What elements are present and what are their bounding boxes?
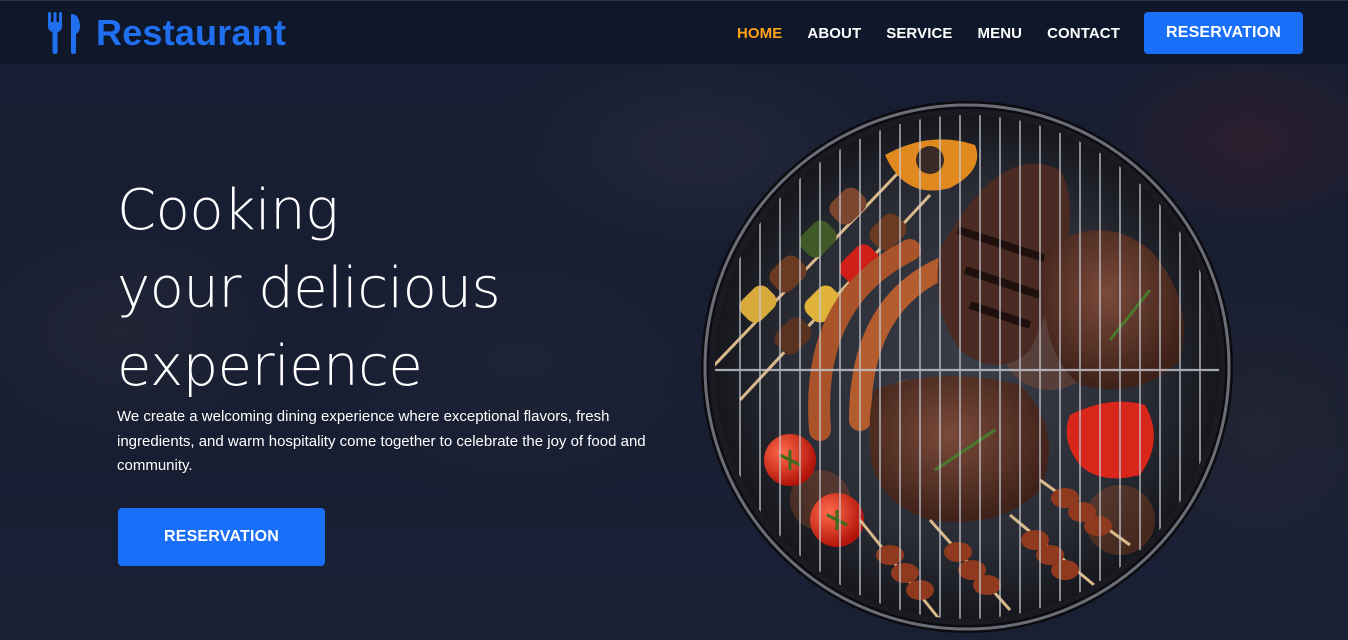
nav-link-service[interactable]: SERVICE xyxy=(886,25,952,42)
hero-title-line: your delicious xyxy=(117,256,501,321)
hero-reservation-button[interactable]: RESERVATION xyxy=(118,508,325,566)
nav-link-contact[interactable]: CONTACT xyxy=(1047,25,1120,42)
nav-link-home[interactable]: HOME xyxy=(737,25,782,42)
hero-title-line: Cooking xyxy=(117,178,339,243)
nav-links: HOME ABOUT SERVICE MENU CONTACT xyxy=(712,1,1120,65)
nav-reservation-button[interactable]: RESERVATION xyxy=(1144,12,1303,54)
brand-logo[interactable]: Restaurant xyxy=(46,11,286,55)
nav-link-about[interactable]: ABOUT xyxy=(807,25,861,42)
hero-title: Cooking your delicious experience xyxy=(117,172,597,406)
utensils-icon xyxy=(48,12,80,54)
hero-title-line: experience xyxy=(117,334,423,399)
barbecue-grill-image xyxy=(701,101,1233,633)
nav-link-menu[interactable]: MENU xyxy=(978,25,1023,42)
brand-name: Restaurant xyxy=(96,12,287,53)
navbar: Restaurant HOME ABOUT SERVICE MENU CONTA… xyxy=(0,0,1348,64)
hero-description: We create a welcoming dining experience … xyxy=(117,408,646,474)
